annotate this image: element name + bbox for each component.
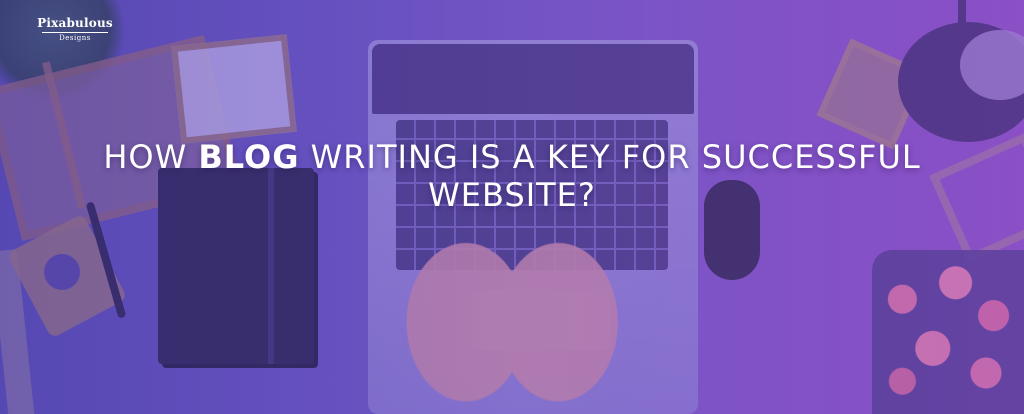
headline-line-1: HOW BLOG WRITING IS A KEY FOR SUCCESSFUL: [40, 138, 984, 176]
headline-line-2: WEBSITE?: [428, 176, 596, 214]
headline-part-1: HOW: [103, 138, 199, 176]
logo-subtitle: Designs: [42, 32, 108, 42]
headline-bold-word: BLOG: [198, 138, 300, 176]
headline: HOW BLOG WRITING IS A KEY FOR SUCCESSFUL…: [40, 138, 984, 214]
headline-part-2: WRITING IS A KEY FOR SUCCESSFUL: [299, 138, 921, 176]
blog-banner: Pixabulous Designs HOW BLOG WRITING IS A…: [0, 0, 1024, 414]
logo-name: Pixabulous: [37, 16, 113, 30]
brand-logo: Pixabulous Designs: [20, 16, 130, 42]
